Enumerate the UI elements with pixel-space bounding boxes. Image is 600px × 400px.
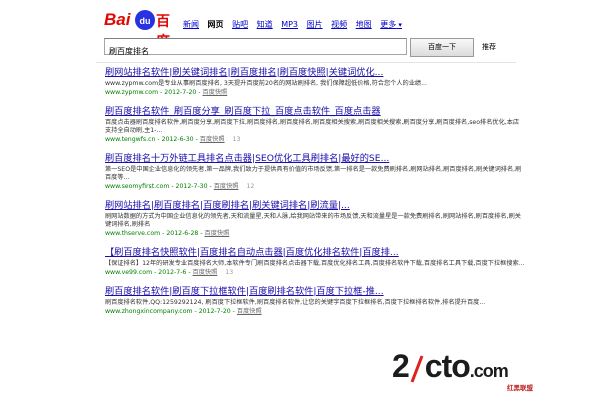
result-cite: www.ve99.com - 2012-7-6 - 百度快照 13 [105, 269, 234, 276]
snapshot-link[interactable]: 百度快照 [203, 89, 228, 96]
nav-item-zhidao[interactable]: 知道 [257, 20, 273, 29]
snapshot-link[interactable]: 百度快照 [214, 183, 239, 190]
result-snippet: 【保证排名】12年的研发专业百度排名大师,本软件专门刷百度排名点击器下载,百度优… [105, 260, 525, 267]
result-item: 刷网站排名|刷百度排名|百度刷排名|刷关键词排名|刷流量|... 刷网站数据的方… [105, 200, 525, 238]
result-cite: www.zypmw.com - 2012-7-20 - 百度快照 [105, 89, 228, 96]
share-count: 12 [246, 183, 255, 190]
nav-item-tieba[interactable]: 贴吧 [232, 20, 248, 29]
nav-item-video[interactable]: 视频 [331, 20, 347, 29]
snapshot-link[interactable]: 百度快照 [237, 308, 262, 315]
nav-item-more[interactable]: 更多 [380, 20, 402, 29]
result-url: www.zypmw.com [105, 89, 159, 96]
result-date: 2012-6-28 [166, 230, 199, 237]
result-snippet: 刷百度排名软件,QQ:1259292124, 刷百度下拉框软件,刷百度排名软件,… [105, 299, 486, 306]
result-item: 刷百度排名软件_刷百度分享_刷百度下拉_百度点击软件_百度点击器 百度点击器刷百… [105, 106, 525, 144]
result-title-link[interactable]: 刷百度排名软件|刷百度下拉框软件|百度刷排名软件|百度下拉框-推... [105, 286, 525, 298]
header-divider [96, 62, 516, 63]
result-snippet: 百度点击器刷百度排名软件,刷百度分享,刷百度下拉,刷百度排名,刷百度排名,刷百度… [105, 119, 520, 134]
result-cite: www.seomyfirst.com - 2012-7-30 - 百度快照 12 [105, 183, 255, 190]
result-item: 【刷百度排名快照软件|百度排名自动点击器|百度优化排名软件|百度排... 【保证… [105, 247, 525, 277]
result-url: www.thserve.com [105, 230, 161, 237]
result-title-link[interactable]: 刷百度排名软件_刷百度分享_刷百度下拉_百度点击软件_百度点击器 [105, 106, 525, 118]
paw-icon: du [135, 10, 155, 30]
result-date: 2012-7-6 [158, 269, 187, 276]
slash-icon [410, 355, 424, 383]
snapshot-link[interactable]: 百度快照 [200, 136, 225, 143]
nav-item-mp3[interactable]: MP3 [281, 20, 298, 29]
search-box [104, 38, 407, 59]
snapshot-link[interactable]: 百度快照 [205, 230, 230, 237]
site-watermark: 2 cto.com [392, 348, 509, 385]
result-date: 2012-7-20 [198, 308, 231, 315]
watermark-subtitle: 红黑联盟 [507, 384, 533, 392]
result-item: 刷百度排名软件|刷百度下拉框软件|百度刷排名软件|百度下拉框-推... 刷百度排… [105, 286, 525, 316]
nav-item-news[interactable]: 新闻 [183, 20, 199, 29]
recommend-link[interactable]: 推荐 [482, 42, 496, 52]
nav-item-map[interactable]: 地图 [356, 20, 372, 29]
result-date: 2012-7-20 [164, 89, 197, 96]
search-category-nav: 新闻 网页 贴吧 知道 MP3 图片 视频 地图 更多 [183, 19, 408, 30]
result-title-link[interactable]: 【刷百度排名快照软件|百度排名自动点击器|百度优化排名软件|百度排... [105, 247, 525, 259]
result-url: www.zhongxincompany.com [105, 308, 193, 315]
result-title-link[interactable]: 刷网站排名|刷百度排名|百度刷排名|刷关键词排名|刷流量|... [105, 200, 525, 212]
result-url: www.ve99.com [105, 269, 153, 276]
share-count: 13 [232, 136, 241, 143]
result-url: www.seomyfirst.com [105, 183, 170, 190]
result-snippet: 第一SEO是中国企业信息化的领先者,第一品牌,我们致力于提供具有价值的市场反馈,… [105, 166, 522, 181]
watermark-tld: .com [469, 361, 509, 381]
logo-latin: Bai [104, 10, 131, 29]
result-snippet: www.zypmw.com是专业从事刷百度排名, 3天提升百度前20名的网站刷排… [105, 80, 427, 87]
result-cite: www.thserve.com - 2012-6-28 - 百度快照 [105, 230, 230, 237]
watermark-digit: 2 [392, 348, 410, 384]
result-cite: www.tengwfs.cn - 2012-6-30 - 百度快照 13 [105, 136, 241, 143]
result-date: 2012-7-30 [175, 183, 208, 190]
snapshot-link[interactable]: 百度快照 [193, 269, 218, 276]
result-title-link[interactable]: 刷百度排名十万外链工具排名点击器|SEO优化工具刷排名|最好的SE... [105, 153, 525, 165]
search-results: 刷网站排名软件|刷关键词排名|刷百度排名|刷百度快照|关键词优化... www.… [105, 67, 525, 325]
result-url: www.tengwfs.cn [105, 136, 156, 143]
result-date: 2012-6-30 [161, 136, 194, 143]
result-snippet: 刷网站数据的方式为中国企业信息化的领先者,天和流量星,天和人脉,给我网站带来的市… [105, 213, 521, 228]
search-input[interactable] [105, 44, 403, 59]
nav-item-images[interactable]: 图片 [307, 20, 323, 29]
result-item: 刷网站排名软件|刷关键词排名|刷百度排名|刷百度快照|关键词优化... www.… [105, 67, 525, 97]
share-count: 13 [225, 269, 234, 276]
baidu-logo[interactable]: Bai du 百度 [104, 9, 174, 50]
watermark-name: cto [424, 348, 471, 384]
result-title-link[interactable]: 刷网站排名软件|刷关键词排名|刷百度排名|刷百度快照|关键词优化... [105, 67, 525, 79]
result-item: 刷百度排名十万外链工具排名点击器|SEO优化工具刷排名|最好的SE... 第一S… [105, 153, 525, 191]
result-cite: www.zhongxincompany.com - 2012-7-20 - 百度… [105, 308, 262, 315]
search-button[interactable]: 百度一下 [410, 38, 474, 57]
nav-item-web[interactable]: 网页 [208, 20, 224, 29]
